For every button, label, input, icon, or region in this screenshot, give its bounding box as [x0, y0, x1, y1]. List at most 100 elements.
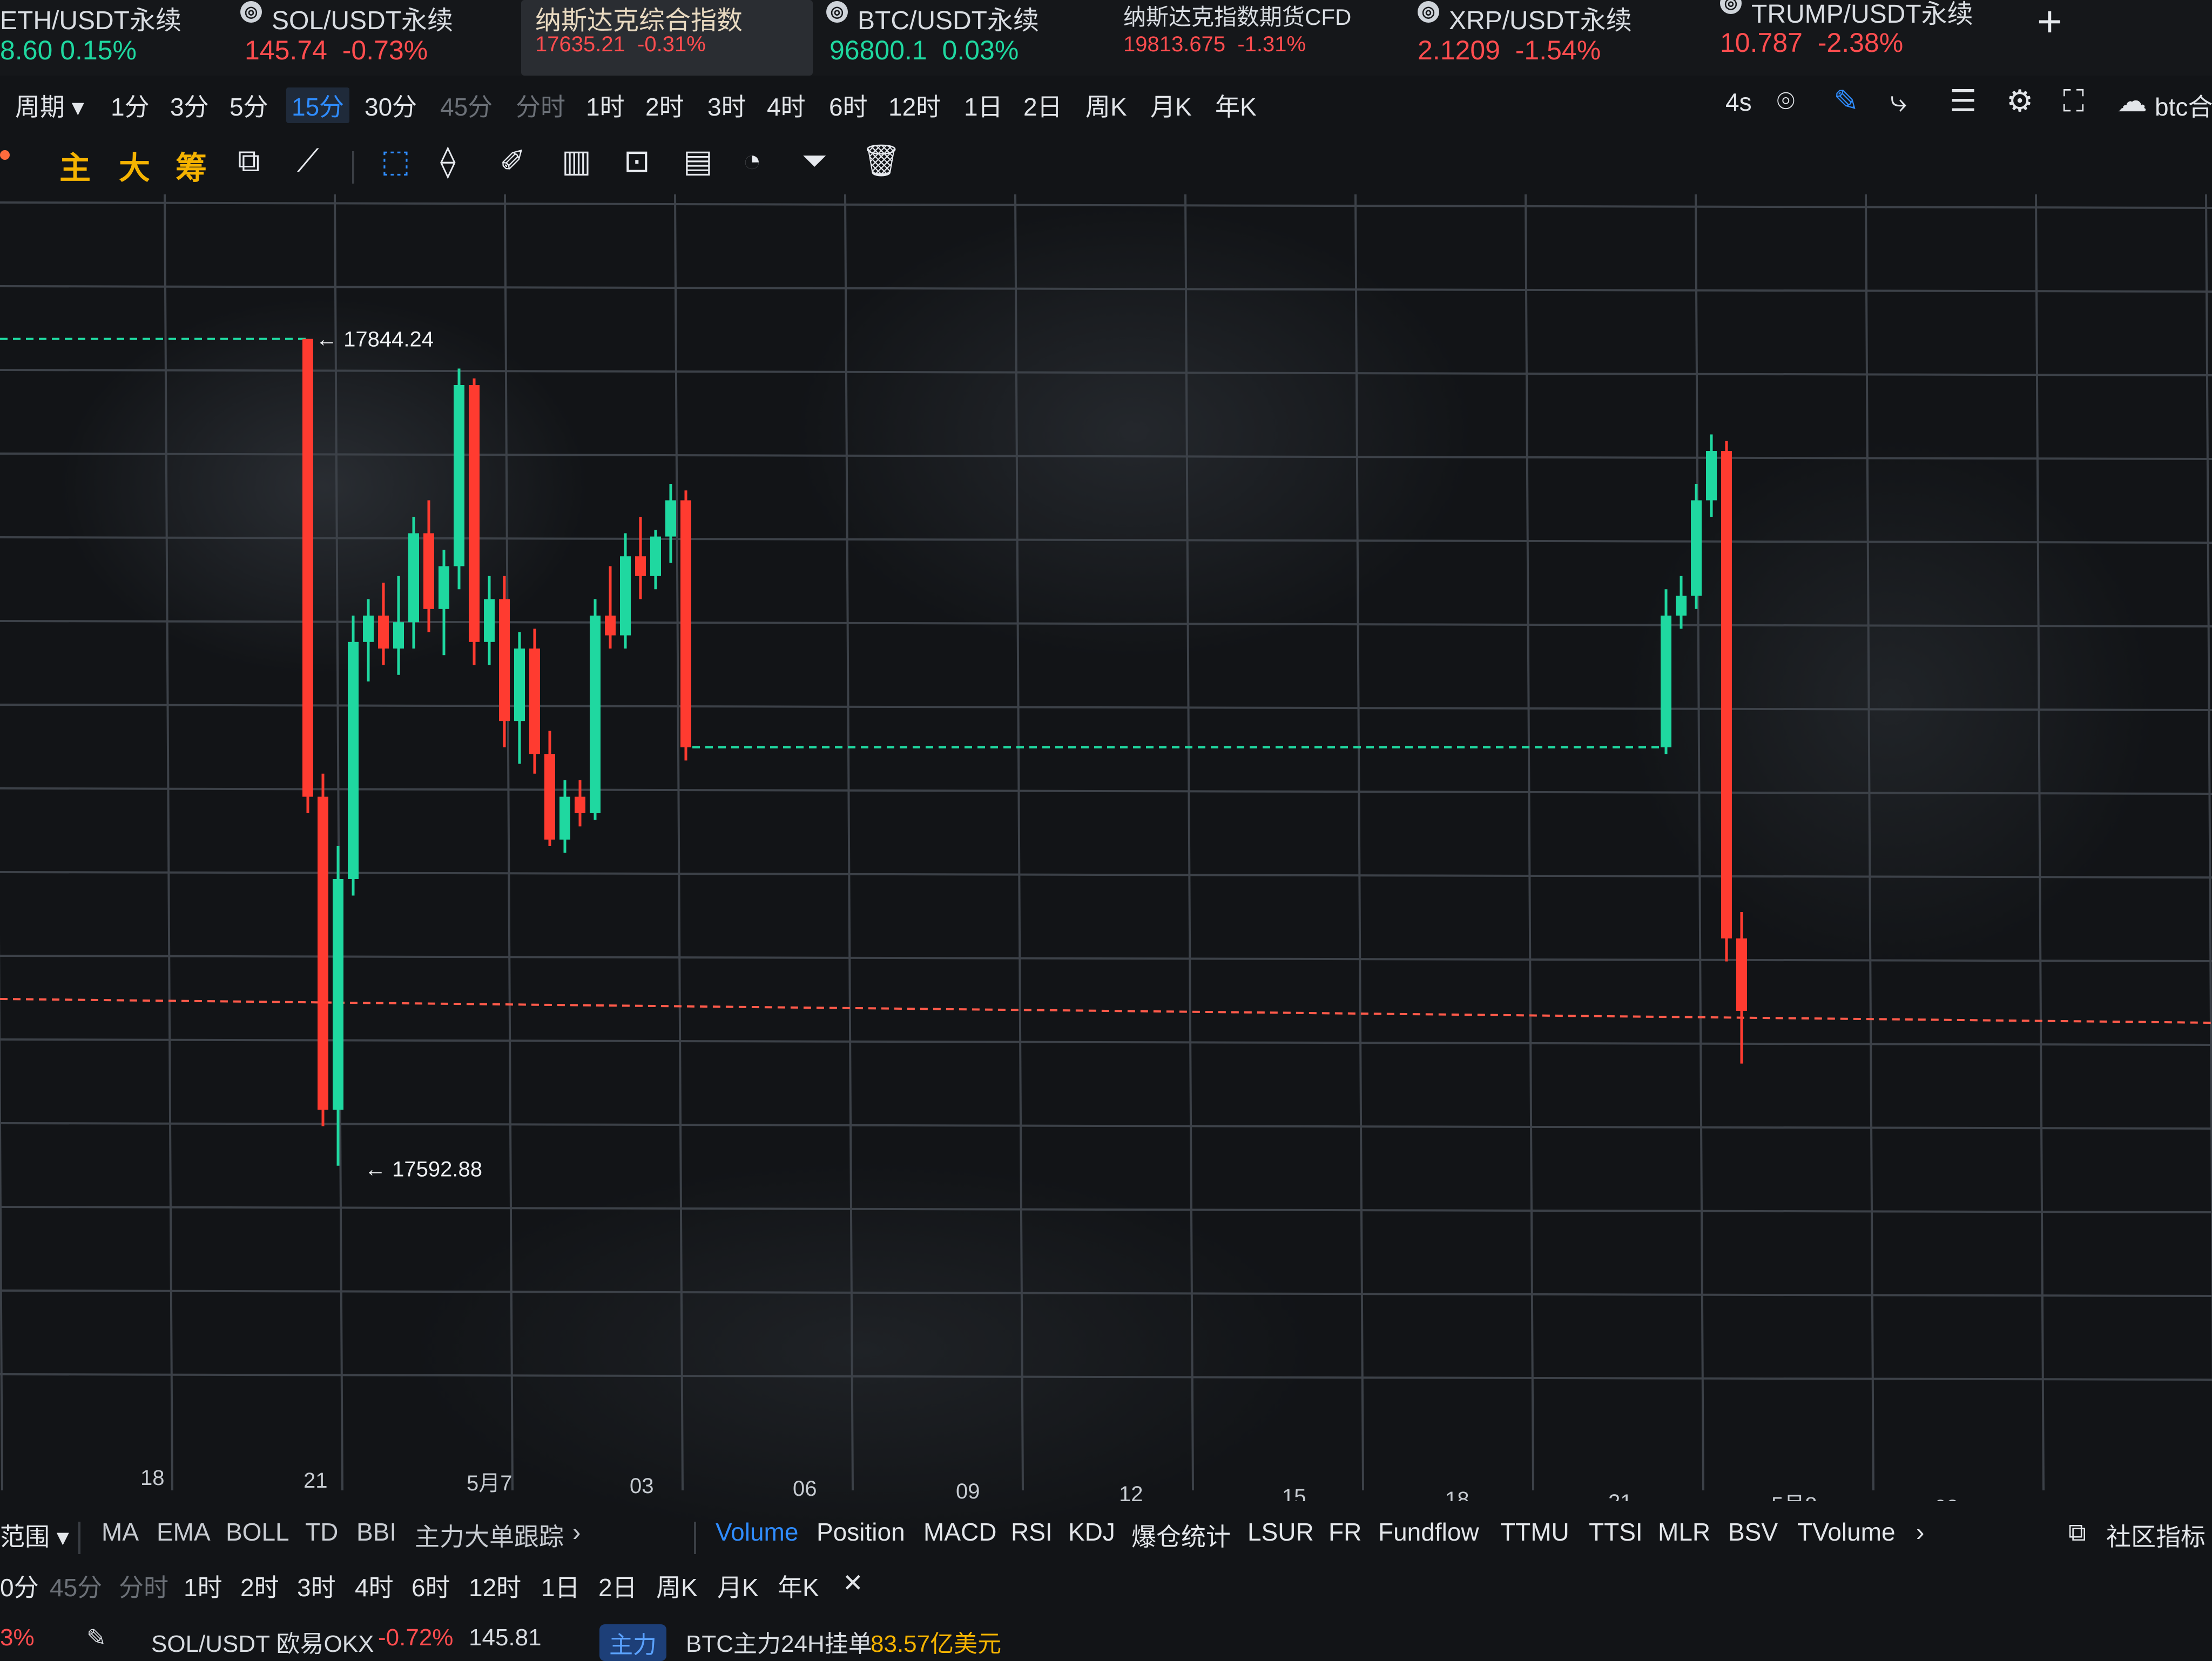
period-5m[interactable]: 5分	[230, 87, 268, 123]
filter-icon[interactable]: ⏷	[802, 143, 827, 179]
indicator-td[interactable]: TD	[305, 1517, 338, 1547]
indicator-ttmu[interactable]: TTMU	[1500, 1517, 1569, 1547]
grid-line-h	[0, 1038, 2212, 1046]
grid-line-h	[0, 704, 2212, 711]
period2-item[interactable]: 12时	[469, 1568, 521, 1604]
indicator-ttsi[interactable]: TTSI	[1589, 1517, 1643, 1547]
magnet-icon[interactable]: ◔	[743, 143, 761, 179]
indicator-ema[interactable]: EMA	[157, 1517, 211, 1547]
status-pair[interactable]: SOL/USDT 欧易OKX	[151, 1624, 374, 1659]
indicator-macd[interactable]: MACD	[923, 1517, 996, 1547]
gear-icon[interactable]: ⚙	[2006, 83, 2033, 119]
chip-button[interactable]: 筹	[176, 143, 207, 188]
period2-item[interactable]: 月K	[717, 1568, 759, 1604]
indicator-mlr[interactable]: MLR	[1658, 1517, 1710, 1547]
ticker-nasdaq[interactable]: 纳斯达克综合指数 17635.21 -0.31%	[521, 0, 813, 76]
brush-icon[interactable]: ⟋	[297, 143, 319, 179]
period-6h[interactable]: 6时	[829, 87, 868, 123]
share-icon[interactable]: ⤷	[1890, 83, 1907, 119]
period-dropdown[interactable]: 周期 ▾	[15, 87, 84, 123]
period2-item[interactable]: 45分	[50, 1568, 102, 1604]
period2-item[interactable]: 6时	[412, 1568, 450, 1604]
period2-item[interactable]: 0分	[0, 1568, 39, 1604]
note-icon[interactable]: ▤	[683, 143, 713, 179]
period-1m[interactable]: 1分	[111, 87, 150, 123]
indicator-boll[interactable]: BOLL	[226, 1517, 289, 1547]
indicator-bbi[interactable]: BBI	[356, 1517, 396, 1547]
edit-icon[interactable]: ✎	[86, 1624, 106, 1652]
list-settings-icon[interactable]: ☰	[1950, 83, 1977, 119]
indicator-fundflow[interactable]: Fundflow	[1378, 1517, 1479, 1547]
indicator-volume[interactable]: Volume	[716, 1517, 798, 1547]
indicator-kdj[interactable]: KDJ	[1068, 1517, 1115, 1547]
period-30m[interactable]: 30分	[365, 87, 417, 123]
period-1h[interactable]: 1时	[586, 87, 625, 123]
candlestick-chart[interactable]: ← 17844.24← 17592.88 18 21 5月7 03 06 09 12 15 18…	[0, 194, 2212, 1501]
low-price-label: ← 17592.88	[365, 1158, 482, 1181]
period2-item[interactable]: 分时	[119, 1568, 168, 1604]
lock-icon[interactable]: ⊡	[624, 143, 650, 179]
period-1d[interactable]: 1日	[964, 87, 1003, 123]
period2-item[interactable]: 1时	[184, 1568, 222, 1604]
period-4h[interactable]: 4时	[767, 87, 806, 123]
ticker-eth[interactable]: ETH/USDT永续 8.60 0.15%	[0, 0, 216, 76]
close-icon[interactable]: ✕	[842, 1568, 864, 1597]
select-icon[interactable]: ⬚	[381, 143, 410, 179]
period2-item[interactable]: 1日	[541, 1568, 580, 1604]
x-tick-label: 15	[1282, 1485, 1306, 1501]
period2-item[interactable]: 年K	[778, 1568, 819, 1604]
refresh-interval[interactable]: 4s	[1725, 87, 1752, 117]
period-2h[interactable]: 2时	[645, 87, 684, 123]
indicator-bsv[interactable]: BSV	[1728, 1517, 1778, 1547]
pen-icon[interactable]: ✎	[1833, 83, 1859, 119]
indicator-tvolume[interactable]: TVolume	[1797, 1517, 1896, 1547]
ticker-nasdaq-cfd[interactable]: 纳斯达克指数期货CFD 19813.675 -1.31%	[1123, 0, 1372, 76]
period2-item[interactable]: 4时	[355, 1568, 394, 1604]
period2-item[interactable]: 3时	[297, 1568, 336, 1604]
indicator-big-order[interactable]: 主力大单跟踪	[415, 1517, 564, 1553]
period-12h[interactable]: 12时	[888, 87, 941, 123]
period-week[interactable]: 周K	[1085, 87, 1127, 123]
period-3m[interactable]: 3分	[170, 87, 209, 123]
status-pair-price: 145.81	[469, 1624, 542, 1651]
ticker-sol[interactable]: ◎ SOL/USDT永续 145.74 -0.73%	[240, 0, 483, 76]
period-2d[interactable]: 2日	[1023, 87, 1062, 123]
chevron-right-icon[interactable]: ›	[572, 1517, 581, 1547]
period2-item[interactable]: 周K	[656, 1568, 698, 1604]
fullscreen-icon[interactable]: ⛶	[2063, 83, 2084, 119]
period-15m[interactable]: 15分	[286, 87, 350, 123]
grid-line-v	[334, 194, 343, 1491]
range-dropdown[interactable]: 范围 ▾	[0, 1517, 69, 1553]
indicator-lsur[interactable]: LSUR	[1247, 1517, 1314, 1547]
period-year[interactable]: 年K	[1215, 87, 1257, 123]
cloud-icon[interactable]: ☁	[2117, 83, 2147, 119]
period-month[interactable]: 月K	[1150, 87, 1192, 123]
ticker-trump[interactable]: ◎ TRUMP/USDT永续 10.787 -2.38%	[1720, 0, 2001, 76]
indicator-rsi[interactable]: RSI	[1011, 1517, 1053, 1547]
period-3h[interactable]: 3时	[707, 87, 746, 123]
indicator-position[interactable]: Position	[817, 1517, 905, 1547]
indicator-fr[interactable]: FR	[1328, 1517, 1361, 1547]
search-label[interactable]: btc合	[2155, 87, 2212, 123]
big-order-button[interactable]: 大	[119, 143, 150, 188]
period-45m[interactable]: 45分	[440, 87, 493, 123]
trash-icon[interactable]: 🗑	[861, 143, 901, 179]
add-tab-button[interactable]: +	[2037, 0, 2062, 46]
indicator-ma[interactable]: MA	[102, 1517, 139, 1547]
ticker-xrp[interactable]: ◎ XRP/USDT永续 2.1209 -1.54%	[1418, 0, 1671, 76]
indicator-liquidation[interactable]: 爆仓统计	[1131, 1517, 1231, 1553]
template-icon[interactable]: ⧉	[238, 143, 260, 179]
candle-body	[575, 796, 585, 813]
pencil-icon[interactable]: ✐	[500, 143, 526, 179]
camera-icon[interactable]: ⌾	[1777, 83, 1795, 119]
main-force-button[interactable]: 主	[59, 143, 91, 188]
ticker-btc[interactable]: ◎ BTC/USDT永续 96800.1 0.03%	[826, 0, 1080, 76]
period2-item[interactable]: 2时	[240, 1568, 279, 1604]
period2-item[interactable]: 2日	[598, 1568, 637, 1604]
period-timeshare[interactable]: 分时	[516, 87, 565, 123]
candle-icon[interactable]: ▥	[562, 143, 591, 179]
chevron-right-icon[interactable]: ›	[1916, 1517, 1924, 1547]
community-indicators[interactable]: 社区指标	[2106, 1517, 2206, 1553]
ruler-icon[interactable]: ⟠	[440, 143, 456, 179]
external-link-icon[interactable]: ⧉	[2068, 1517, 2086, 1548]
